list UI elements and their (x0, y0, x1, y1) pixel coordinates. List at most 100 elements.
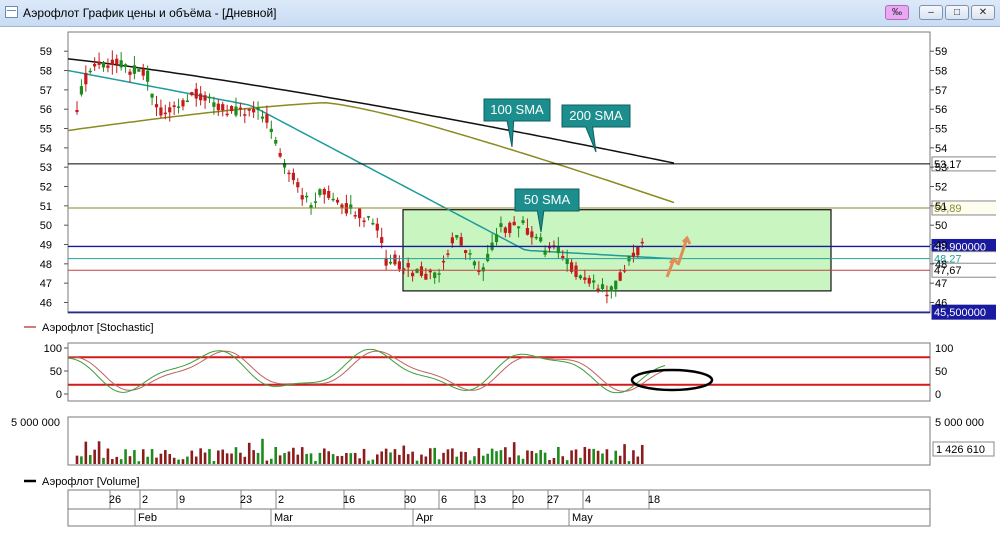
price-tick-label-left: 58 (40, 66, 52, 78)
day-tick-label: 30 (404, 494, 416, 506)
candle-body (84, 72, 88, 85)
volume-bar (102, 457, 105, 464)
chart-canvas[interactable]: 53,1750,8948,90000048,2747,6745,500000 4… (6, 27, 1000, 537)
candle-body (600, 284, 605, 289)
volume-bar (486, 453, 489, 464)
day-tick-label: 9 (179, 494, 185, 506)
candle-body (225, 113, 229, 116)
month-label: Feb (138, 512, 157, 524)
volume-bar (256, 452, 260, 464)
candle-body (362, 220, 366, 223)
maximize-button[interactable]: □ (945, 5, 969, 20)
candle-body (154, 104, 159, 108)
volume-bar (314, 460, 317, 464)
candle-body (216, 103, 220, 111)
candle-body (212, 102, 216, 107)
volume-bar (451, 448, 454, 464)
volume-bar (623, 444, 626, 464)
candle-body (331, 198, 335, 201)
volume-bar (605, 449, 609, 464)
volume-bar (504, 447, 507, 464)
volume-bar (459, 451, 463, 464)
volume-bar (375, 454, 379, 464)
candle-body (406, 263, 410, 268)
volume-bar (80, 456, 83, 464)
day-tick-label: 20 (512, 494, 524, 506)
close-button[interactable]: ✕ (971, 5, 995, 20)
volume-bar (490, 448, 494, 464)
candle-body (397, 261, 401, 270)
candle-body (499, 223, 503, 227)
candle-body (450, 237, 454, 244)
volume-bar (106, 448, 110, 464)
candle-body (265, 114, 269, 123)
candle-body (132, 65, 137, 74)
volume-bar (587, 448, 591, 464)
volume-bar (252, 450, 255, 464)
candle-body (587, 278, 591, 284)
time-axis-border (67, 489, 931, 527)
candle-body (287, 172, 291, 175)
candle-body (411, 272, 415, 277)
candle-body (88, 70, 92, 73)
volume-last-value: 1 426 610 (936, 444, 985, 456)
candle-body (278, 152, 282, 157)
volume-bar (358, 458, 361, 464)
volume-bar (164, 450, 167, 464)
price-tick-label-left: 59 (40, 46, 52, 58)
stoch-highlight-ellipse (630, 368, 714, 392)
candle-body (221, 104, 225, 111)
volume-bar (208, 449, 211, 464)
price-tick-label-right: 53 (935, 162, 947, 174)
pin-button[interactable]: ‰ (885, 5, 909, 20)
candle-body (115, 58, 119, 65)
volume-top-label-left: 5 000 000 (11, 417, 60, 429)
month-label: Apr (416, 512, 433, 524)
candle-body (494, 234, 499, 243)
volume-bar (548, 459, 551, 464)
volume-bar (199, 448, 202, 464)
volume-bar (150, 449, 154, 464)
candle-body (79, 86, 84, 95)
price-tick-label-right: 54 (935, 143, 947, 155)
price-tick-label-right: 49 (935, 240, 947, 252)
volume-bar (217, 450, 220, 464)
chart-frame: 53,17 50,89 48,900000 48,27 47,67 45,500000 4… (6, 27, 1000, 537)
candle-body (176, 106, 181, 108)
candle-body (305, 195, 309, 198)
volume-bar (340, 455, 344, 464)
volume-bar (327, 451, 331, 464)
minimize-button[interactable]: – (919, 5, 943, 20)
volume-bar (331, 454, 335, 464)
candle-body (243, 114, 247, 116)
volume-bar (203, 452, 207, 464)
price-tick-label-right: 57 (935, 85, 947, 97)
candle-body (203, 95, 207, 101)
volume-bar (181, 459, 185, 464)
volume-bar (632, 450, 635, 464)
volume-bar (292, 447, 295, 464)
volume-bar (512, 442, 516, 464)
volume-bar (177, 459, 180, 464)
volume-bar (261, 438, 264, 464)
volume-bar (534, 453, 538, 464)
candle-body (605, 294, 609, 297)
volume-bar (274, 446, 278, 464)
candle-body (313, 201, 318, 203)
stochastic-legend: Аэрофлот [Stochastic] (42, 322, 154, 334)
candle-body (419, 266, 424, 276)
volume-bar (309, 453, 313, 464)
candle-body (141, 68, 145, 76)
title-bar: Аэрофлот График цены и объёма - [Дневной… (0, 0, 1000, 27)
candle-body (468, 253, 472, 255)
volume-bar (561, 456, 565, 464)
volume-bar (380, 451, 384, 464)
volume-bar (570, 450, 573, 464)
volume-bar (128, 456, 132, 464)
volume-bar (424, 456, 428, 464)
candle-body (543, 250, 547, 255)
volume-bar (433, 447, 436, 464)
callout-50sma-label: 50 SMA (524, 192, 571, 207)
candle-body (252, 108, 256, 113)
stochastic-panel-border (67, 342, 931, 402)
